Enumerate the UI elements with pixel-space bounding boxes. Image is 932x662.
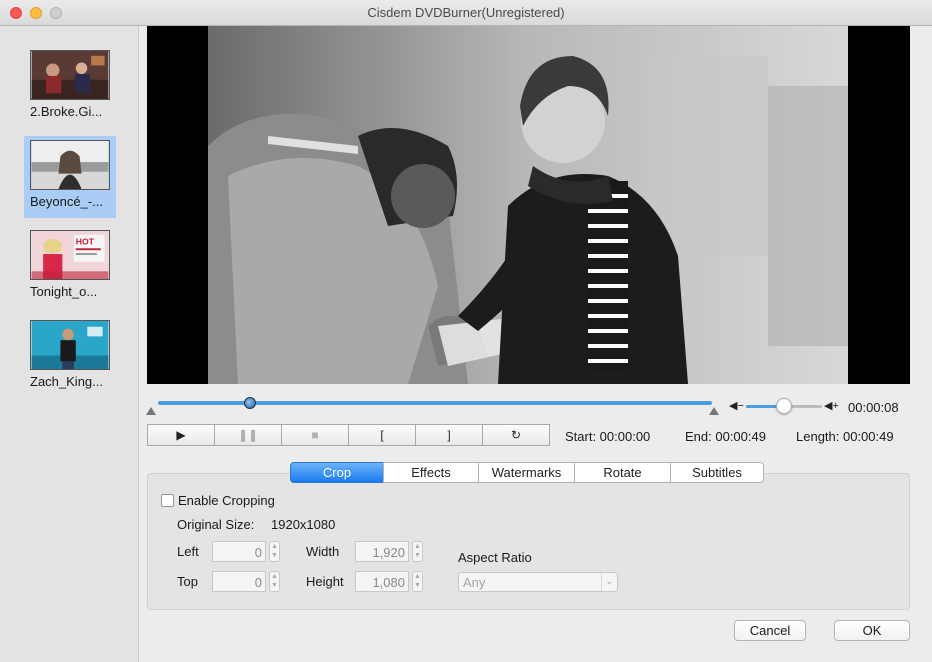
clip-list: 2.Broke.Gi... Beyoncé_-... HOT Tonight_o…	[0, 26, 139, 662]
enable-cropping-checkbox[interactable]	[161, 494, 174, 507]
top-stepper[interactable]: ▲ ▼	[269, 571, 280, 592]
cancel-button[interactable]: Cancel	[734, 620, 806, 641]
end-time: End: 00:00:49	[685, 429, 766, 444]
height-input[interactable]: 1,080	[355, 571, 409, 592]
svg-text:HOT: HOT	[76, 236, 95, 246]
width-input[interactable]: 1,920	[355, 541, 409, 562]
clip-item-4[interactable]: Zach_King...	[24, 316, 116, 398]
height-stepper[interactable]: ▲ ▼	[412, 571, 423, 592]
tab-crop[interactable]: Crop	[290, 462, 384, 483]
aspect-ratio-value: Any	[463, 575, 486, 590]
mark-out-button[interactable]: ]	[415, 424, 483, 446]
ok-button[interactable]: OK	[834, 620, 910, 641]
length-time: Length: 00:00:49	[796, 429, 894, 444]
clip-item-2[interactable]: Beyoncé_-...	[24, 136, 116, 218]
reset-button[interactable]: ↻	[482, 424, 550, 446]
left-stepper[interactable]: ▲ ▼	[269, 541, 280, 562]
aspect-ratio-select[interactable]: Any ⌄	[458, 572, 618, 592]
timeline-slider[interactable]	[158, 401, 712, 405]
volume-handle[interactable]	[776, 398, 792, 414]
clip-name: 2.Broke.Gi...	[30, 104, 103, 119]
clip-item-3[interactable]: HOT Tonight_o...	[24, 226, 116, 308]
clip-name: Tonight_o...	[30, 284, 98, 299]
volume-level	[746, 405, 780, 408]
tab-effects[interactable]: Effects	[383, 462, 479, 483]
clip-name: Beyoncé_-...	[30, 194, 103, 209]
volume-down-icon[interactable]: ◀−	[729, 399, 744, 412]
clip-thumbnail	[30, 320, 110, 370]
tab-watermarks[interactable]: Watermarks	[478, 462, 575, 483]
playhead-handle[interactable]	[244, 397, 256, 409]
clip-thumbnail	[30, 140, 110, 190]
video-preview	[147, 26, 910, 384]
left-input[interactable]: 0	[212, 541, 266, 562]
play-button[interactable]: ▶	[147, 424, 215, 446]
end-marker-icon[interactable]	[709, 407, 719, 415]
top-label: Top	[177, 574, 198, 589]
pause-button[interactable]: ❚❚	[214, 424, 282, 446]
window-title: Cisdem DVDBurner(Unregistered)	[367, 5, 565, 20]
mark-in-button[interactable]: [	[348, 424, 416, 446]
left-label: Left	[177, 544, 199, 559]
tab-subtitles[interactable]: Subtitles	[670, 462, 764, 483]
width-label: Width	[306, 544, 340, 559]
start-time: Start: 00:00:00	[565, 429, 651, 444]
stop-button[interactable]: ■	[281, 424, 349, 446]
width-stepper[interactable]: ▲ ▼	[412, 541, 423, 562]
aspect-ratio-label: Aspect Ratio	[458, 550, 532, 565]
top-input[interactable]: 0	[212, 571, 266, 592]
original-size-label: Original Size:	[177, 517, 255, 532]
title-bar: Cisdem DVDBurner(Unregistered)	[0, 0, 932, 26]
edit-tabs: Crop Effects Watermarks Rotate Subtitles	[290, 462, 764, 483]
clip-item-1[interactable]: 2.Broke.Gi...	[24, 46, 116, 128]
playback-controls: ▶ ❚❚ ■ [ ] ↻	[147, 424, 550, 446]
tab-rotate[interactable]: Rotate	[574, 462, 671, 483]
clip-thumbnail: HOT	[30, 230, 110, 280]
current-time: 00:00:08	[848, 400, 899, 415]
height-label: Height	[306, 574, 344, 589]
clip-thumbnail	[30, 50, 110, 100]
clip-name: Zach_King...	[30, 374, 103, 389]
video-frame	[208, 26, 848, 384]
chevron-down-icon: ⌄	[601, 573, 617, 591]
start-marker-icon[interactable]	[146, 407, 156, 415]
volume-up-icon[interactable]: ◀+	[824, 399, 839, 412]
enable-cropping-label[interactable]: Enable Cropping	[178, 493, 275, 508]
original-size-value: 1920x1080	[271, 517, 336, 532]
main-area: ◀− ◀+ 00:00:08 ▶ ❚❚ ■ [ ] ↻ Start: 00:00…	[140, 26, 932, 662]
